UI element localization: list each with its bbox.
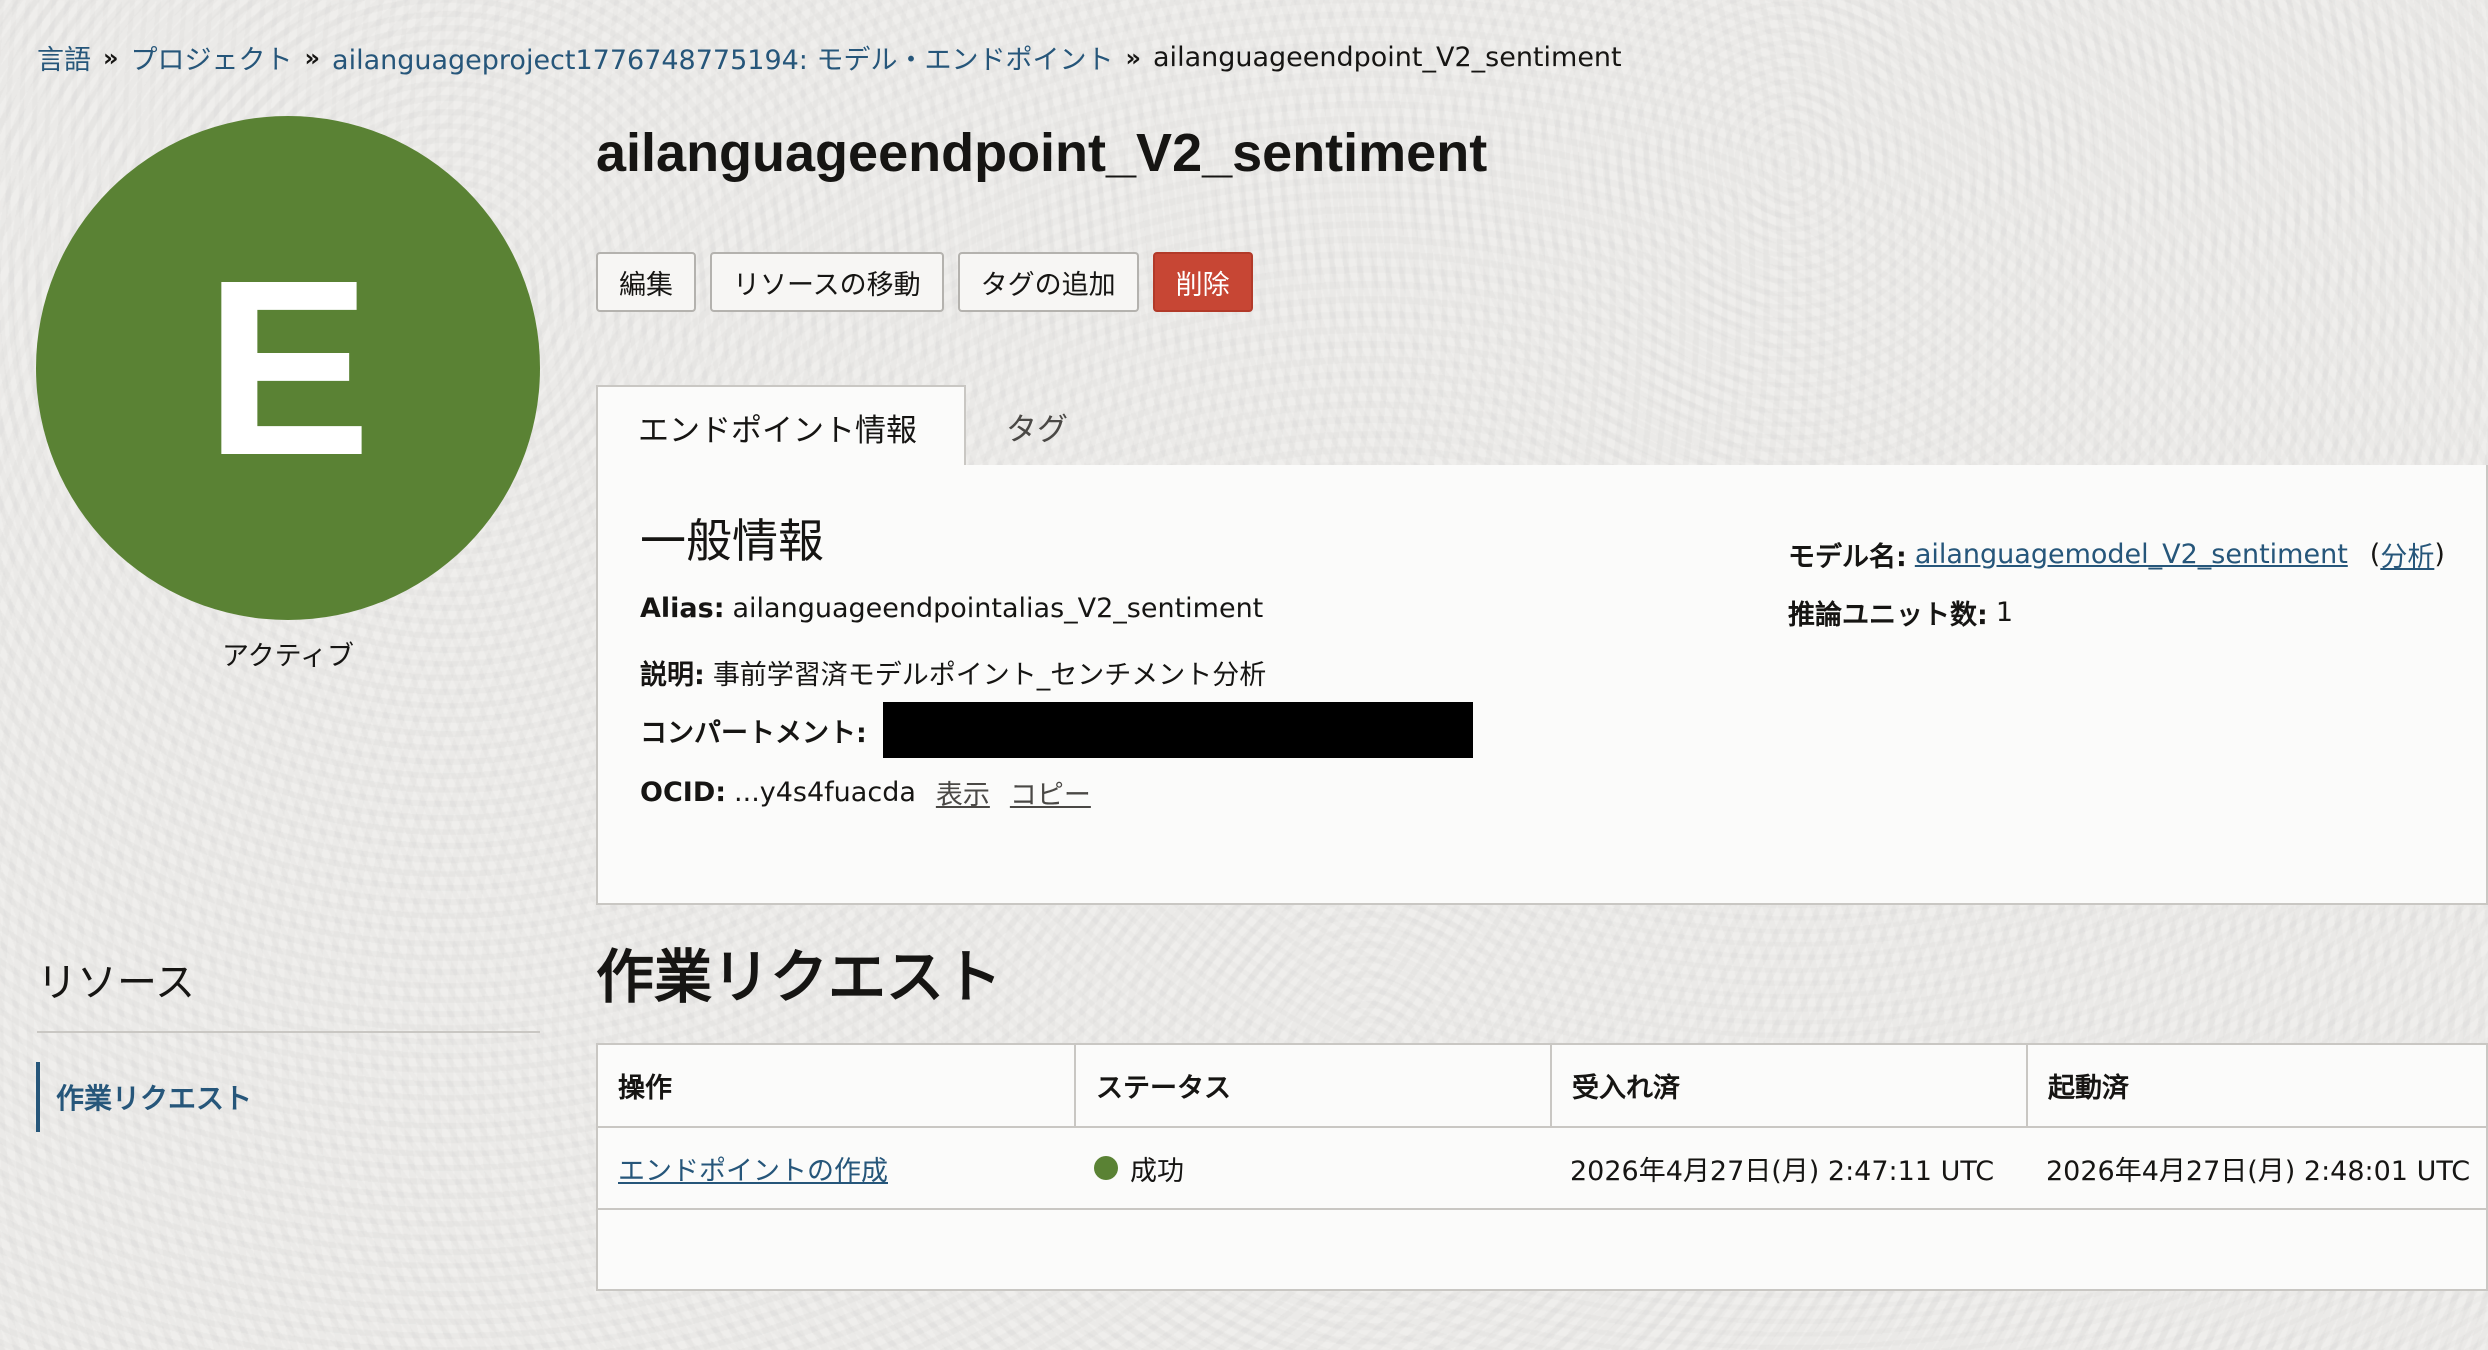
tab-endpoint-info[interactable]: エンドポイント情報 bbox=[596, 385, 966, 469]
column-header-started: 起動済 bbox=[2026, 1045, 2488, 1126]
detail-tabs: エンドポイント情報 タグ bbox=[596, 385, 2488, 469]
redacted-compartment bbox=[882, 702, 1473, 758]
sidebar-item-work-requests[interactable]: 作業リクエスト bbox=[36, 1062, 252, 1132]
model-name-link[interactable]: ailanguagemodel_V2_sentiment bbox=[1915, 539, 2348, 570]
breadcrumb-languages-link[interactable]: 言語 bbox=[37, 38, 91, 77]
ocid-copy-link[interactable]: コピー bbox=[1010, 773, 1091, 812]
description-field: 説明: 事前学習済モデルポイント_センチメント分析 bbox=[640, 653, 1266, 692]
paren-open: ( bbox=[2369, 539, 2381, 570]
description-value: 事前学習済モデルポイント_センチメント分析 bbox=[712, 660, 1267, 691]
ocid-label: OCID: bbox=[640, 777, 727, 808]
model-name-label: モデル名: bbox=[1788, 542, 1907, 573]
ocid-show-link[interactable]: 表示 bbox=[936, 773, 990, 812]
alias-field: Alias: ailanguageendpointalias_V2_sentim… bbox=[640, 593, 1263, 624]
model-name-field: モデル名: ailanguagemodel_V2_sentiment ( 分析 … bbox=[1788, 535, 2445, 574]
page-title: ailanguageendpoint_V2_sentiment bbox=[596, 123, 1488, 183]
breadcrumb-separator: » bbox=[103, 43, 119, 72]
table-row: エンドポイントの作成 成功 2026年4月27日(月) 2:47:11 UTC … bbox=[598, 1128, 2486, 1210]
accepted-cell: 2026年4月27日(月) 2:47:11 UTC bbox=[1570, 1155, 1995, 1187]
resource-avatar: E bbox=[36, 116, 540, 620]
lifecycle-status: アクティブ bbox=[221, 641, 355, 672]
alias-label: Alias: bbox=[640, 593, 725, 624]
edit-button[interactable]: 編集 bbox=[596, 252, 696, 312]
breadcrumb-projects-link[interactable]: プロジェクト bbox=[131, 38, 293, 77]
avatar-letter: E bbox=[204, 228, 372, 507]
analyze-link[interactable]: 分析 bbox=[2380, 535, 2434, 574]
add-tags-button[interactable]: タグの追加 bbox=[957, 252, 1139, 312]
column-header-status: ステータス bbox=[1074, 1045, 1550, 1126]
work-requests-table: 操作 ステータス 受入れ済 起動済 エンドポイントの作成 成功 2026年4月2… bbox=[596, 1043, 2488, 1291]
ocid-value: ...y4s4fuacda bbox=[734, 777, 916, 808]
inference-units-label: 推論ユニット数: bbox=[1788, 600, 1988, 631]
operation-cell: エンドポイントの作成 bbox=[598, 1128, 1074, 1208]
resources-divider bbox=[37, 1031, 540, 1033]
compartment-field: コンパートメント: bbox=[640, 702, 1473, 758]
started-cell: 2026年4月27日(月) 2:48:01 UTC bbox=[2046, 1155, 2471, 1187]
inference-units-field: 推論ユニット数: 1 bbox=[1788, 593, 2013, 632]
column-header-accepted: 受入れ済 bbox=[1550, 1045, 2026, 1126]
delete-button[interactable]: 削除 bbox=[1152, 252, 1253, 312]
breadcrumb-project-link[interactable]: ailanguageproject1776748775194: モデル・エンドポ… bbox=[332, 38, 1113, 77]
breadcrumb: 言語 » プロジェクト » ailanguageproject177674877… bbox=[37, 38, 1622, 77]
status-cell: 成功 bbox=[1074, 1128, 1550, 1208]
tab-tags[interactable]: タグ bbox=[966, 385, 1108, 467]
work-requests-heading: 作業リクエスト bbox=[596, 943, 1003, 1011]
table-header-row: 操作 ステータス 受入れ済 起動済 bbox=[598, 1045, 2486, 1128]
alias-value: ailanguageendpointalias_V2_sentiment bbox=[732, 593, 1264, 624]
breadcrumb-current: ailanguageendpoint_V2_sentiment bbox=[1153, 42, 1622, 73]
breadcrumb-separator: » bbox=[1125, 43, 1142, 72]
breadcrumb-separator: » bbox=[304, 43, 321, 72]
endpoint-info-panel: 一般情報 Alias: ailanguageendpointalias_V2_s… bbox=[596, 465, 2488, 905]
success-status-icon bbox=[1094, 1156, 1118, 1180]
operation-link[interactable]: エンドポイントの作成 bbox=[618, 1149, 888, 1188]
action-toolbar: 編集 リソースの移動 タグの追加 削除 bbox=[596, 252, 1253, 312]
status-value: 成功 bbox=[1130, 1155, 1184, 1187]
column-header-operation: 操作 bbox=[618, 1073, 672, 1104]
inference-units-value: 1 bbox=[1995, 597, 2013, 628]
compartment-label: コンパートメント: bbox=[640, 717, 867, 749]
ocid-field: OCID: ...y4s4fuacda 表示 コピー bbox=[640, 773, 1091, 812]
description-label: 説明: bbox=[640, 660, 705, 691]
move-resource-button[interactable]: リソースの移動 bbox=[710, 252, 944, 312]
paren-close: ) bbox=[2434, 539, 2445, 570]
general-info-heading: 一般情報 bbox=[640, 514, 824, 568]
resources-heading: リソース bbox=[37, 960, 195, 1006]
